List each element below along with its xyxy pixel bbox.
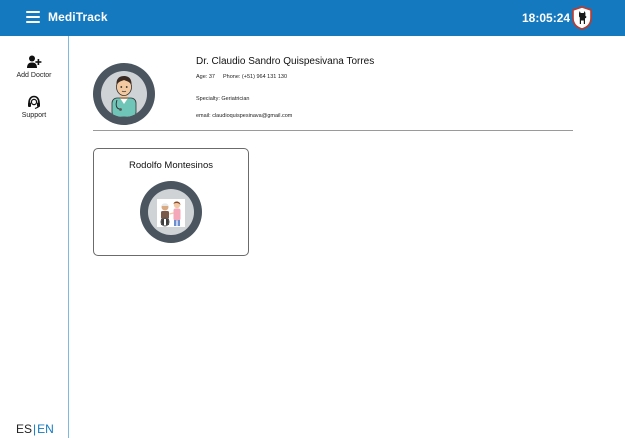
patient-avatar bbox=[140, 181, 202, 243]
headset-icon bbox=[28, 95, 40, 110]
language-switcher: ES|EN bbox=[16, 422, 54, 436]
language-en-button[interactable]: EN bbox=[37, 422, 54, 436]
top-app-bar: MediTrack 18:05:24 bbox=[0, 0, 625, 36]
doctor-name: Dr. Claudio Sandro Quispesivana Torres bbox=[196, 56, 375, 67]
doctor-email: email: claudioquispesinava@gmail.com bbox=[196, 113, 293, 119]
language-separator: | bbox=[33, 422, 37, 436]
sidebar-item-support[interactable]: Support bbox=[0, 94, 68, 119]
language-es-button[interactable]: ES bbox=[16, 422, 32, 436]
sidebar-item-label: Support bbox=[21, 112, 47, 119]
doctor-contact-line: Age: 37 Phone: (+51) 964 131 130 bbox=[196, 74, 287, 80]
sidebar-item-add-doctor[interactable]: Add Doctor bbox=[0, 54, 68, 79]
doctor-specialty: Specialty: Geriatrician bbox=[196, 96, 250, 102]
hamburger-menu-icon[interactable] bbox=[26, 11, 40, 23]
doctor-avatar-icon bbox=[111, 76, 137, 117]
sidebar-item-label: Add Doctor bbox=[16, 72, 52, 79]
patient-avatar-icon bbox=[157, 199, 185, 227]
patient-card[interactable]: Rodolfo Montesinos bbox=[93, 148, 249, 256]
profile-divider bbox=[93, 130, 573, 131]
doctor-avatar bbox=[93, 63, 155, 125]
shield-llama-logo-icon bbox=[572, 6, 592, 30]
app-title: MediTrack bbox=[48, 10, 108, 24]
doctor-age: Age: 37 bbox=[196, 74, 215, 80]
sidebar: Add Doctor Support ES|EN bbox=[0, 36, 69, 438]
patient-name: Rodolfo Montesinos bbox=[129, 160, 213, 171]
add-user-icon bbox=[27, 55, 42, 68]
doctor-phone: Phone: (+51) 964 131 130 bbox=[222, 74, 288, 80]
clock: 18:05:24 bbox=[522, 11, 571, 25]
